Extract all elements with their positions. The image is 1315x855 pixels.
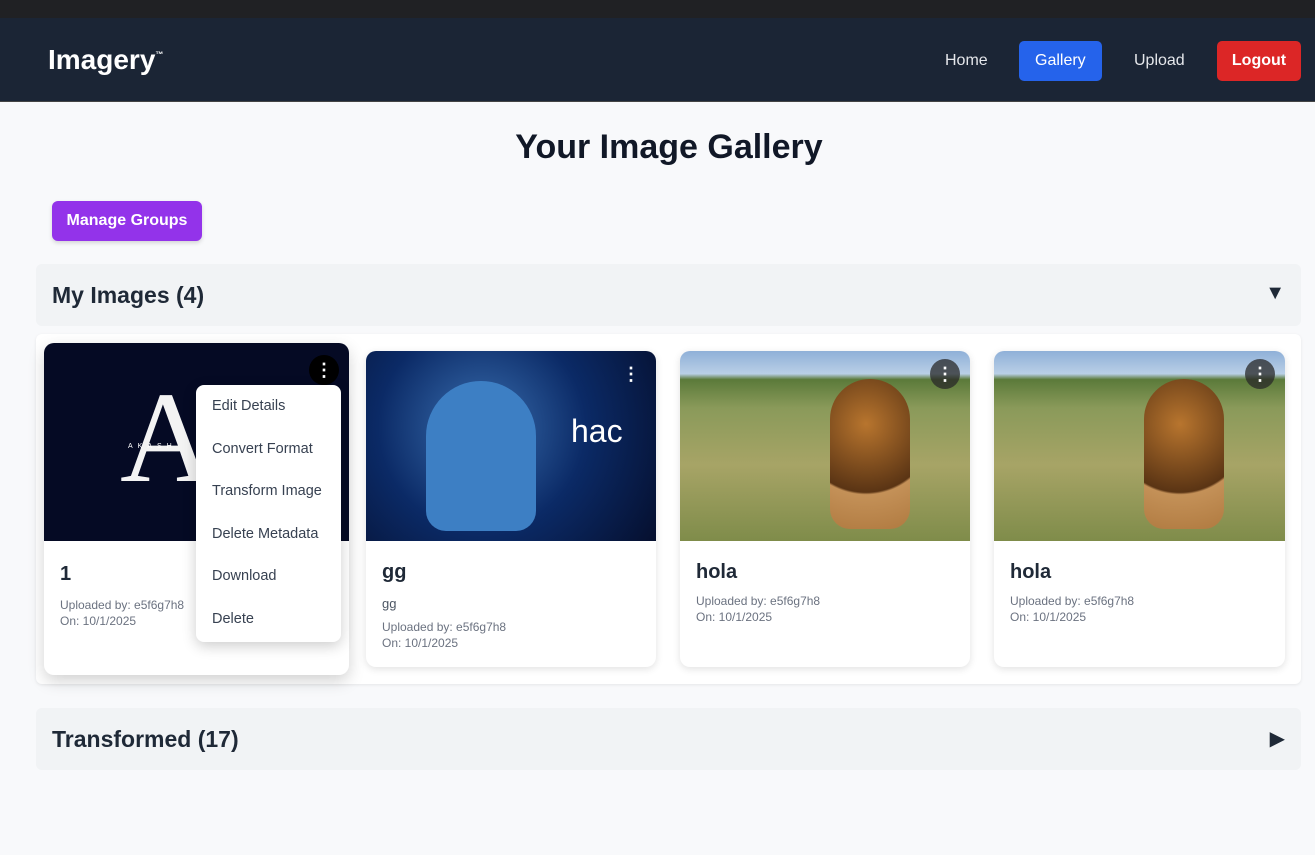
- menu-edit-details[interactable]: Edit Details: [196, 389, 341, 432]
- logo-lettering: AKASH: [128, 443, 177, 450]
- upload-date: On: 10/1/2025: [60, 614, 137, 628]
- nav-gallery[interactable]: Gallery: [1019, 41, 1102, 81]
- card-meta: Uploaded by: e5f6g7h8 On: 10/1/2025: [60, 597, 184, 629]
- menu-delete-metadata[interactable]: Delete Metadata: [196, 517, 341, 560]
- image-card[interactable]: ⋮ hola Uploaded by: e5f6g7h8 On: 10/1/202…: [680, 351, 970, 667]
- brand-name: Imagery: [48, 44, 156, 75]
- chevron-down-icon[interactable]: ▼: [1265, 282, 1285, 305]
- uploaded-by: Uploaded by: e5f6g7h8: [60, 598, 185, 612]
- lion-image: [830, 379, 910, 529]
- uploaded-by: Uploaded by: e5f6g7h8: [696, 594, 821, 608]
- chevron-right-icon[interactable]: ▶: [1270, 726, 1285, 751]
- more-options-icon[interactable]: ⋮: [1245, 359, 1275, 389]
- logout-button[interactable]: Logout: [1217, 41, 1301, 81]
- menu-download[interactable]: Download: [196, 559, 341, 602]
- trademark: ™: [155, 50, 164, 59]
- image-card[interactable]: ⋮ hola Uploaded by: e5f6g7h8 On: 10/1/202…: [994, 351, 1285, 667]
- card-meta: Uploaded by: e5f6g7h8 On: 10/1/2025: [382, 619, 506, 651]
- card-title: hola: [696, 561, 738, 583]
- menu-transform-image[interactable]: Transform Image: [196, 474, 341, 517]
- uploaded-by: Uploaded by: e5f6g7h8: [382, 620, 507, 634]
- card-options-menu: Edit Details Convert Format Transform Im…: [196, 385, 341, 642]
- hooded-figure: [426, 381, 536, 531]
- card-title: 1: [60, 563, 72, 585]
- card-meta: Uploaded by: e5f6g7h8 On: 10/1/2025: [1010, 593, 1134, 625]
- more-options-icon[interactable]: ⋮: [616, 359, 646, 389]
- image-card[interactable]: hac ⋮ gg gg Uploaded by: e5f6g7h8 On: 10/…: [366, 351, 656, 667]
- image-text: hac: [571, 413, 623, 449]
- nav-upload[interactable]: Upload: [1118, 41, 1201, 81]
- my-images-section-header[interactable]: My Images (4) ▼: [36, 264, 1301, 326]
- menu-convert-format[interactable]: Convert Format: [196, 432, 341, 475]
- section-title: Transformed (17): [52, 726, 239, 752]
- transformed-section-header[interactable]: Transformed (17) ▶: [36, 708, 1301, 770]
- upload-date: On: 10/1/2025: [1010, 610, 1087, 624]
- image-thumbnail[interactable]: [680, 351, 970, 541]
- brand-logo[interactable]: Imagery™: [48, 44, 163, 76]
- upload-date: On: 10/1/2025: [696, 610, 773, 624]
- more-options-icon[interactable]: ⋮: [309, 355, 339, 385]
- manage-groups-button[interactable]: Manage Groups: [52, 201, 202, 241]
- menu-delete[interactable]: Delete: [196, 602, 341, 645]
- lion-image: [1144, 379, 1224, 529]
- page-title: Your Image Gallery: [515, 128, 823, 166]
- image-thumbnail[interactable]: [994, 351, 1285, 541]
- upload-date: On: 10/1/2025: [382, 636, 459, 650]
- card-description: gg: [382, 596, 397, 611]
- card-meta: Uploaded by: e5f6g7h8 On: 10/1/2025: [696, 593, 820, 625]
- section-title: My Images (4): [52, 282, 205, 308]
- image-thumbnail[interactable]: hac: [366, 351, 656, 541]
- card-title: gg: [382, 561, 407, 583]
- more-options-icon[interactable]: ⋮: [930, 359, 960, 389]
- uploaded-by: Uploaded by: e5f6g7h8: [1010, 594, 1135, 608]
- card-title: hola: [1010, 561, 1052, 583]
- navbar: Imagery™ Home Gallery Upload Logout: [0, 18, 1315, 102]
- nav-home[interactable]: Home: [929, 41, 1004, 81]
- browser-chrome: [0, 0, 1315, 18]
